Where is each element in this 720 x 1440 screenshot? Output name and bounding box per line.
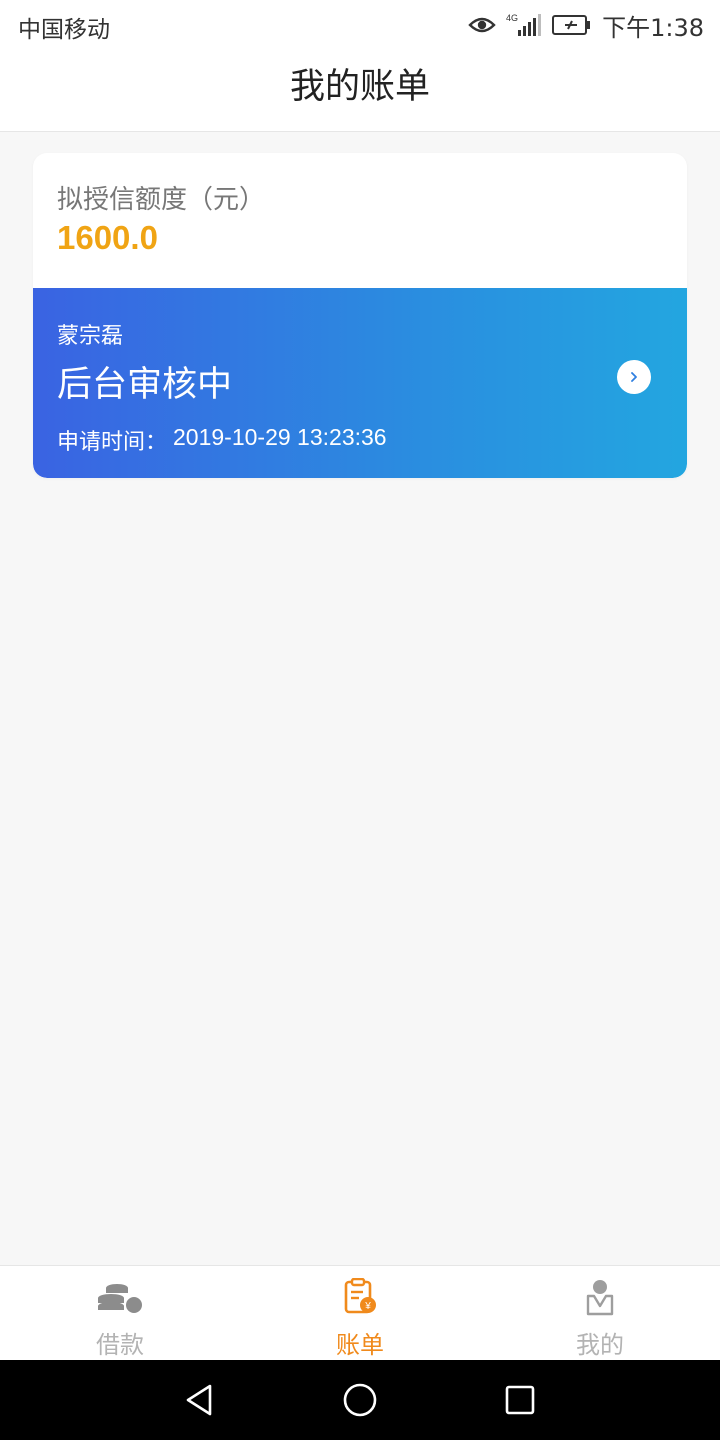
page-header: 我的账单 — [0, 50, 720, 132]
tab-loan[interactable]: 借款 — [0, 1266, 240, 1361]
home-icon[interactable] — [340, 1380, 380, 1420]
apply-time-label: 申请时间： — [57, 430, 168, 455]
applicant-name: 蒙宗磊 — [57, 324, 124, 349]
apply-time-value: 2019-10-29 13:23:36 — [173, 424, 387, 450]
detail-button[interactable] — [617, 360, 651, 394]
tab-bill[interactable]: ¥ 账单 — [240, 1266, 480, 1361]
bill-icon: ¥ — [344, 1278, 376, 1314]
credit-limit-label: 拟授信额度（元） — [57, 185, 266, 215]
tab-loan-label: 借款 — [96, 1331, 144, 1359]
tab-mine-label: 我的 — [576, 1331, 624, 1359]
credit-limit-amount: 1600.0 — [57, 219, 158, 256]
carrier-name: 中国移动 — [18, 17, 110, 43]
recent-apps-icon[interactable] — [500, 1380, 540, 1420]
network-type: 4G — [506, 13, 518, 23]
svg-text:¥: ¥ — [364, 1301, 371, 1312]
application-status-panel[interactable]: 蒙宗磊 后台审核中 申请时间： 2019-10-29 13:23:36 — [33, 288, 687, 478]
back-icon[interactable] — [180, 1380, 220, 1420]
coins-icon — [98, 1284, 142, 1313]
system-nav-bar — [0, 1360, 720, 1440]
status-bar: 中国移动 4G 下午1:38 — [0, 0, 720, 50]
tab-bill-label: 账单 — [336, 1331, 384, 1359]
status-icons: 4G 下午1:38 — [468, 8, 704, 42]
clock: 下午1:38 — [602, 13, 704, 42]
signal-icon: 4G — [506, 13, 542, 36]
battery-icon — [552, 15, 591, 35]
audit-status: 后台审核中 — [57, 365, 233, 405]
eye-icon — [468, 17, 496, 33]
chevron-right-icon — [631, 372, 637, 382]
bottom-tab-bar: 借款 ¥ 账单 我的 — [0, 1265, 720, 1360]
bill-card[interactable]: 拟授信额度（元） 1600.0 蒙宗磊 后台审核中 申请时间： 2019-10-… — [33, 153, 687, 478]
page-title: 我的账单 — [289, 67, 430, 107]
apply-time: 申请时间： 2019-10-29 13:23:36 — [57, 424, 387, 456]
tab-mine[interactable]: 我的 — [480, 1266, 720, 1361]
profile-icon — [586, 1280, 614, 1316]
